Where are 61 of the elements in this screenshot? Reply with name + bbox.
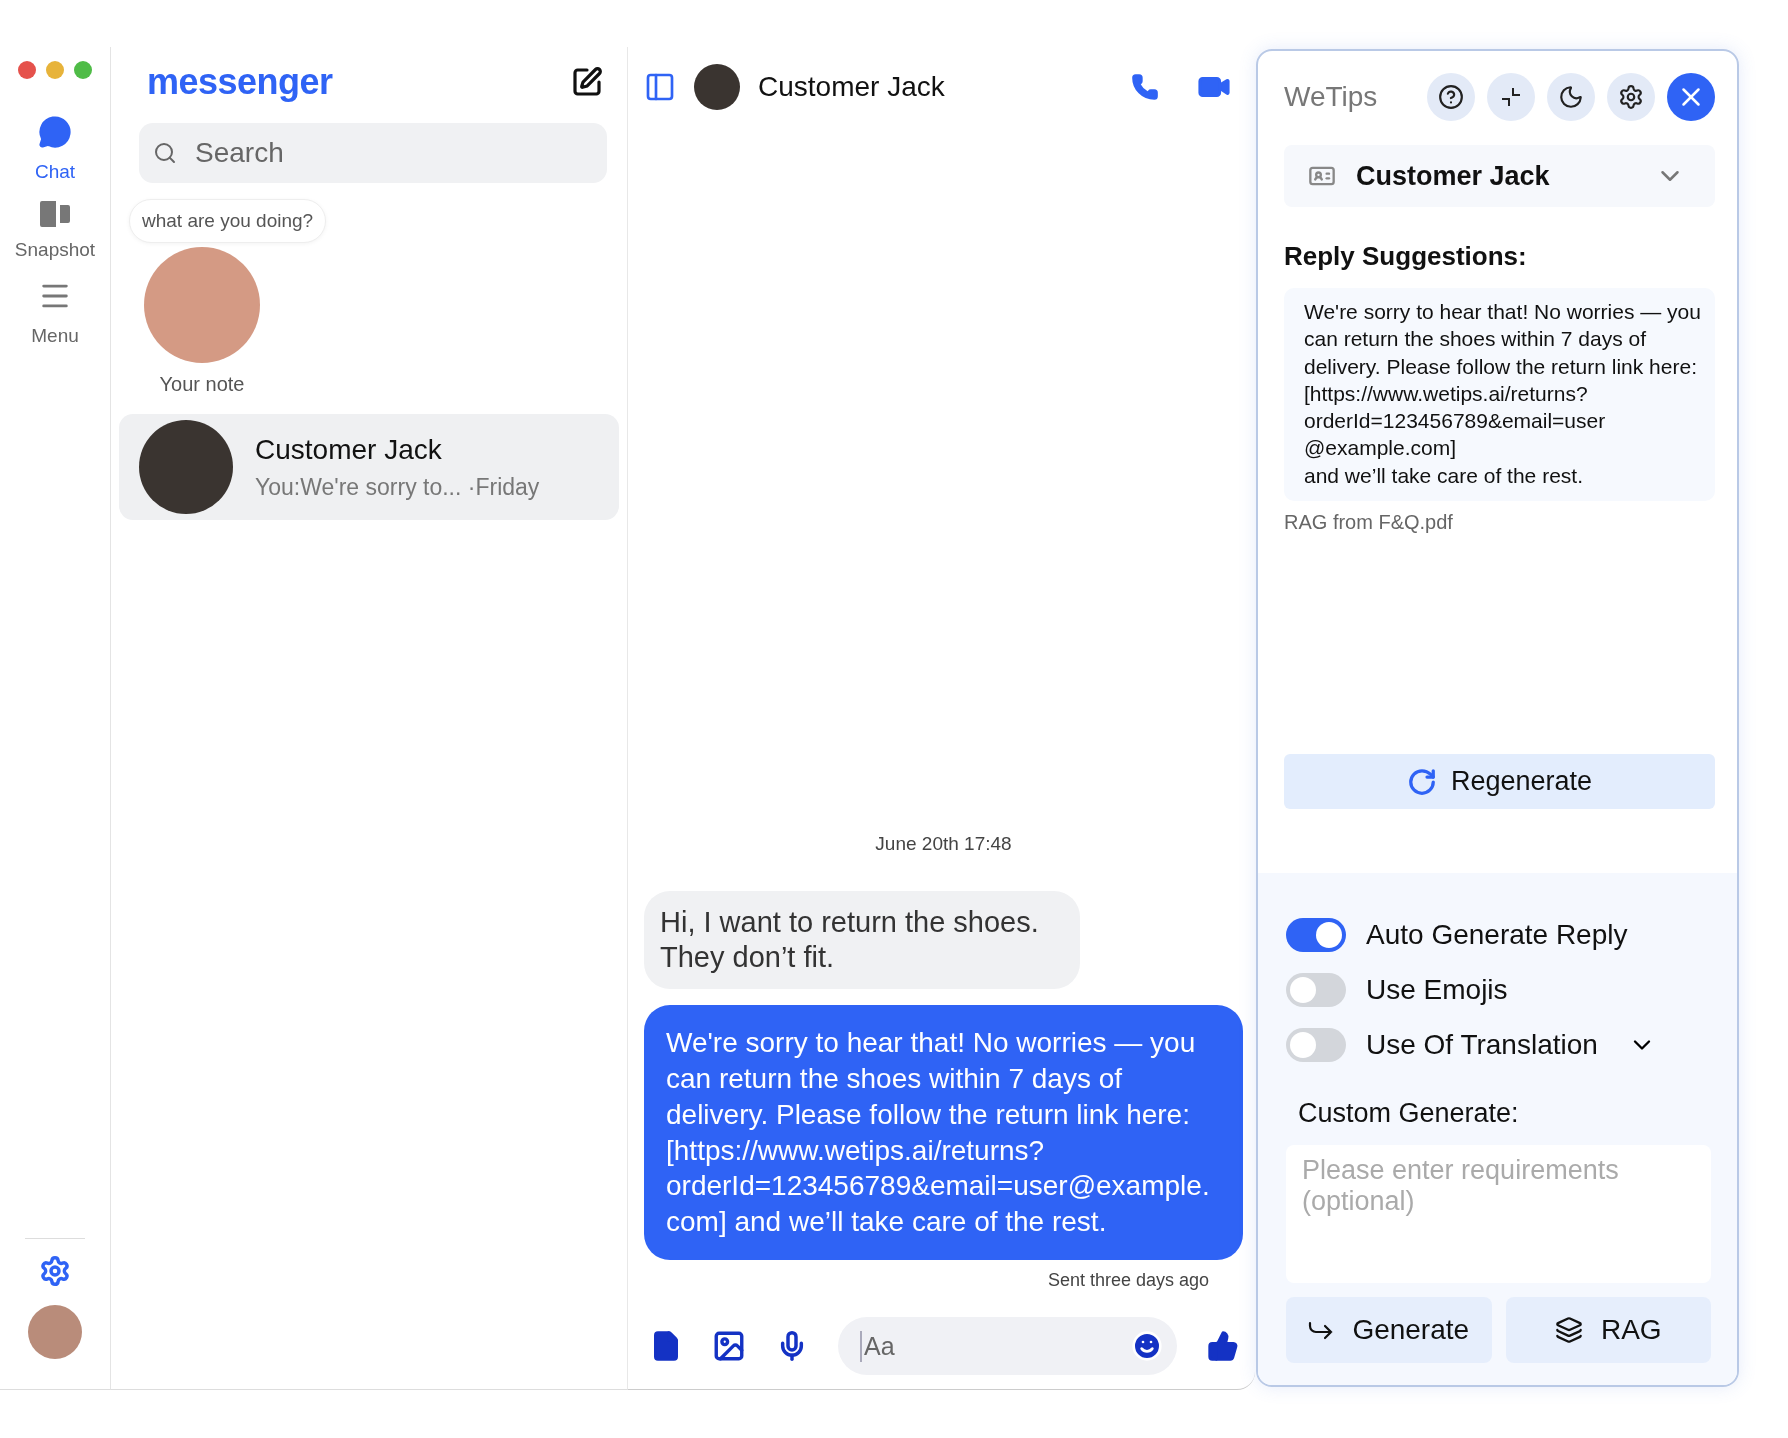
call-button[interactable] (1131, 73, 1159, 101)
avatar (694, 64, 740, 110)
search-icon (153, 141, 177, 165)
toggle-label: Use Of Translation (1366, 1028, 1598, 1061)
panel-title: WeTips (1284, 81, 1379, 113)
settings-icon (1618, 84, 1644, 110)
image-icon[interactable] (712, 1329, 746, 1363)
incoming-message: Hi, I want to return the shoes. They don’t fit. (644, 891, 1080, 990)
help-icon (1438, 84, 1464, 110)
outgoing-message: We're sorry to hear that! No worries — you can return the shoes within 7 days of delivery. Please follow the return link here: [https://www.wetips.ai/returns?orderId=123456789&email=user@example.com] and we’ll take care of the rest. (644, 1005, 1243, 1260)
shrink-button[interactable] (1487, 73, 1535, 121)
help-button[interactable] (1427, 73, 1475, 121)
compose-icon (571, 66, 603, 98)
timestamp: June 20th 17:48 (875, 833, 1012, 856)
phone-icon (1131, 73, 1159, 101)
section-heading: Reply Suggestions: (1284, 241, 1528, 272)
toggle-switch[interactable] (1286, 972, 1346, 1007)
nav-item[interactable]: Chat (34, 109, 76, 195)
avatar[interactable] (28, 1305, 82, 1359)
chat-bubble-icon (38, 115, 72, 149)
toggle-label: Use Emojis (1366, 973, 1508, 1006)
rag-button[interactable]: RAG (1505, 1297, 1711, 1363)
source-label: RAG from F&Q.pdf (1284, 511, 1454, 535)
toggle-switch[interactable] (1286, 917, 1346, 952)
generate-button[interactable]: Generate (1286, 1297, 1492, 1363)
smiley-icon[interactable] (1131, 1330, 1163, 1362)
message-input[interactable]: Aa (860, 1330, 1131, 1362)
moon-icon (1558, 84, 1584, 110)
message-preview: You:We're sorry to... ·Friday (255, 473, 540, 501)
conversation-item[interactable]: Customer Jack You:We're sorry to... ·Friday (119, 414, 619, 520)
section-heading: Custom Generate: (1298, 1098, 1520, 1129)
toggle-label: Auto Generate Reply (1366, 918, 1628, 951)
layers-icon (1554, 1316, 1583, 1344)
toggle-switch[interactable] (1286, 1027, 1346, 1062)
refresh-icon (1406, 766, 1437, 797)
message-status: Sent three days ago (1047, 1270, 1209, 1291)
sidebar-toggle-button[interactable] (644, 71, 676, 103)
sidebar-icon (644, 71, 676, 103)
close-button[interactable] (1667, 73, 1715, 121)
thumbs-up-icon[interactable] (1207, 1330, 1239, 1362)
window-control-icon[interactable] (18, 61, 36, 79)
settings-button[interactable] (1607, 73, 1655, 121)
message-field[interactable]: Aa (838, 1317, 1177, 1375)
contact-dropdown[interactable]: Customer Jack (1284, 145, 1715, 207)
shrink-icon (1499, 85, 1523, 109)
regenerate-button[interactable]: Regenerate (1284, 754, 1715, 809)
app-logo: messenger (147, 61, 333, 103)
note-label: Your note (159, 373, 245, 396)
arrow-icon (1308, 1319, 1335, 1341)
search-field[interactable]: Search (139, 123, 607, 183)
reply-suggestion: We're sorry to hear that! No worries — you can return the shoes within 7 days of delivery. Please follow the return link here: [https://www.wetips.ai/returns? orderId=123456789&email=user @example.com] and we’ll take care of the rest. (1284, 288, 1715, 502)
dark-mode-button[interactable] (1547, 73, 1595, 121)
note-bubble: what are you doing? (129, 199, 327, 243)
nav-item[interactable]: Snapshot (14, 195, 96, 273)
nav-item[interactable]: Menu (31, 273, 79, 359)
panels-icon (40, 201, 70, 227)
contact-name: Customer Jack (255, 433, 443, 466)
settings-icon[interactable] (39, 1255, 71, 1287)
contact-name: Customer Jack (758, 71, 946, 103)
compose-button[interactable] (571, 66, 603, 98)
requirements-field[interactable]: Please enter requirements (optional) (1286, 1145, 1711, 1283)
